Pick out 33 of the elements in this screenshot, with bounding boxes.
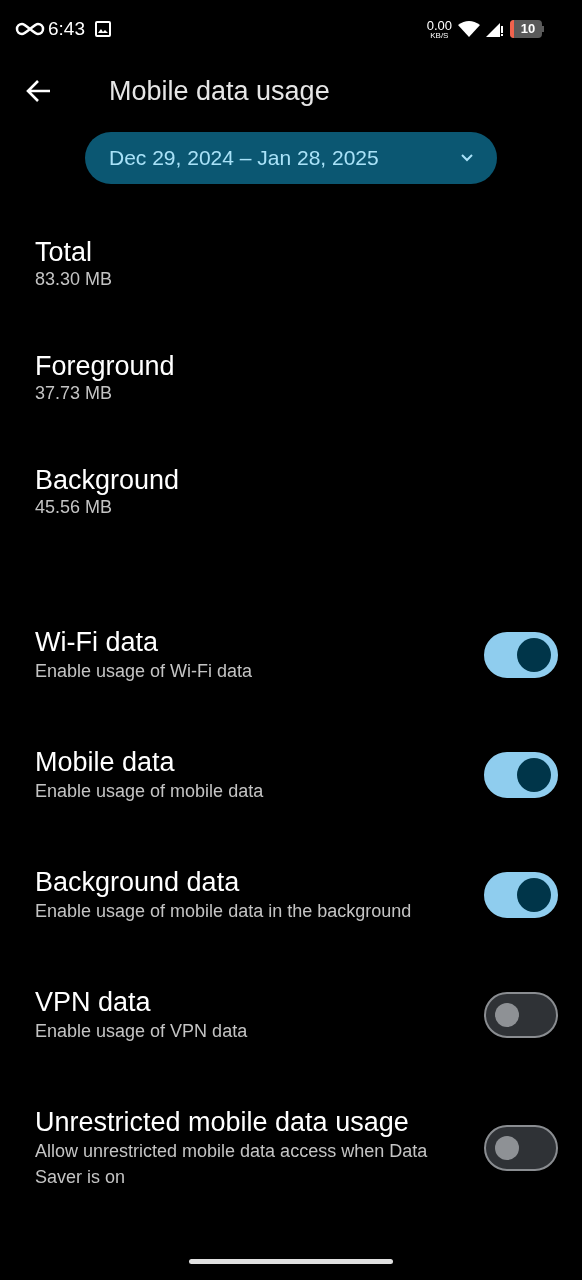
page-title: Mobile data usage	[109, 74, 330, 108]
usage-label: Background	[35, 464, 181, 496]
setting-summary: Enable usage of VPN data	[35, 1020, 249, 1043]
usage-value: 37.73 MB	[35, 382, 114, 404]
setting-title: Wi-Fi data	[35, 626, 160, 658]
network-speed: 0.00	[426, 18, 452, 32]
setting-title: Unrestricted mobile data usage	[35, 1106, 410, 1138]
toggle-switch[interactable]	[484, 1125, 558, 1171]
image-icon	[95, 21, 111, 37]
setting-summary: Enable usage of mobile data in the background	[35, 900, 413, 923]
toggle-switch[interactable]	[484, 992, 558, 1038]
toggle-switch[interactable]	[484, 752, 558, 798]
setting-summary: Enable usage of mobile data	[35, 780, 265, 803]
setting-title: VPN data	[35, 986, 152, 1018]
usage-value: 45.56 MB	[35, 496, 114, 518]
setting-title: Mobile data	[35, 746, 176, 778]
setting-summary: Enable usage of Wi-Fi data	[35, 660, 254, 683]
date-range-dropdown[interactable]: Dec 29, 2024 – Jan 28, 2025	[85, 132, 497, 184]
usage-value: 83.30 MB	[35, 268, 114, 290]
battery-icon: 10	[510, 20, 544, 38]
signal-icon	[486, 21, 504, 37]
back-arrow-icon[interactable]	[26, 79, 52, 103]
setting-title: Background data	[35, 866, 241, 898]
toggle-switch[interactable]	[484, 632, 558, 678]
toggle-switch[interactable]	[484, 872, 558, 918]
wifi-icon	[458, 21, 480, 37]
usage-label: Foreground	[35, 350, 176, 382]
clock: 6:43	[48, 16, 85, 41]
speed-unit: KB/S	[430, 31, 449, 40]
setting-summary: Allow unrestricted mobile data access when Data Saver is on	[35, 1140, 429, 1189]
usage-label: Total	[35, 236, 94, 268]
infinity-icon	[14, 22, 46, 36]
chevron-down-icon	[461, 154, 473, 162]
